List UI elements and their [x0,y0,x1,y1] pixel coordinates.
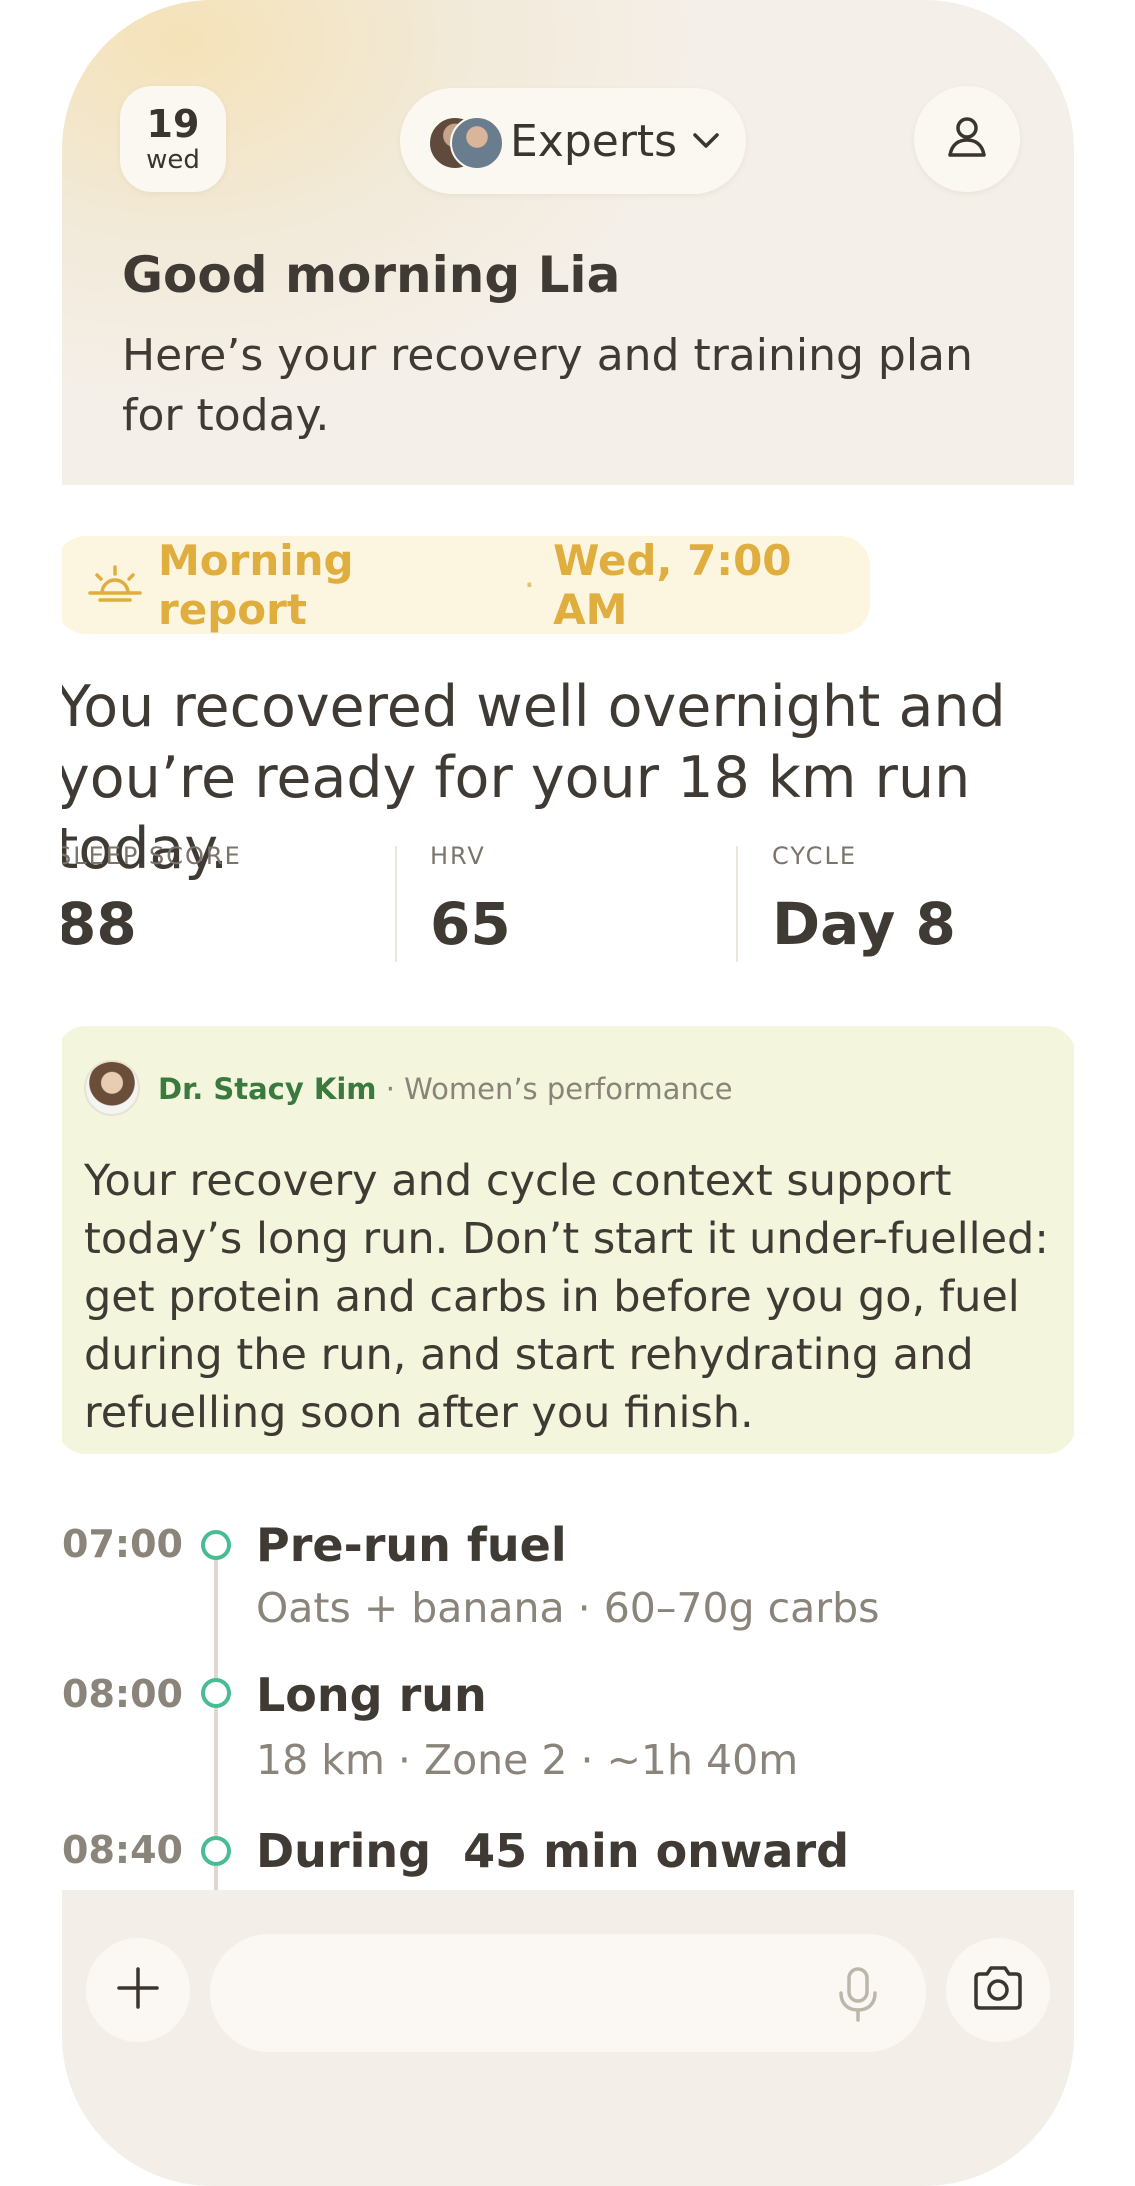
stat-sleep-score: SLEEP SCORE 88 [62,842,242,962]
stat-value: 65 [430,890,511,958]
experts-dropdown[interactable]: Experts [400,88,746,194]
timeline-dot [201,1530,231,1560]
header: 19 wed Experts Good morning Lia Here’s y… [62,0,1074,485]
person-icon [941,111,993,167]
stat-label: SLEEP SCORE [62,842,242,870]
greeting-title: Good morning Lia [122,246,621,304]
timeline-title: During 45 min onward [256,1824,850,1878]
stat-value: 88 [62,890,137,958]
message-input[interactable] [210,1934,926,2052]
camera-icon [971,1964,1025,2016]
divider [395,846,397,962]
divider [736,846,738,962]
stats-row: SLEEP SCORE 88 HRV 65 CYCLE Day 8 [62,842,1074,962]
camera-button[interactable] [946,1938,1050,2042]
timeline-time: 08:40 [62,1828,183,1872]
profile-button[interactable] [914,86,1020,192]
sunrise-icon [88,563,142,607]
date-button[interactable]: 19 wed [120,86,226,192]
expert-message: Your recovery and cycle context support … [84,1156,1049,1438]
plus-icon [113,1963,163,2017]
report-time: Wed, 7:00 AM [553,536,792,634]
timeline-title: Long run [256,1668,487,1722]
expert-meta: Dr. Stacy Kim · Women’s performance [158,1072,733,1106]
composer-bar [62,1890,1074,2186]
timeline-subtitle: 18 km · Zone 2 · ~1h 40m [256,1736,799,1784]
date-number: 19 [146,102,200,146]
microphone-icon[interactable] [836,1966,880,2028]
stat-value: Day 8 [772,890,956,958]
expert-role: · Women’s performance [376,1072,733,1106]
expert-name: Dr. Stacy Kim [158,1072,377,1106]
chevron-down-icon [691,131,721,155]
morning-report-badge[interactable]: Morning report · Wed, 7:00 AM [62,536,870,634]
date-weekday: wed [146,145,200,175]
stat-label: CYCLE [772,842,857,870]
report-label: Morning report [158,536,354,634]
timeline: 07:00 Pre-run fuel Oats + banana · 60–70… [62,1490,1074,1890]
stat-cycle: CYCLE Day 8 [772,842,956,962]
avatar [84,1060,140,1116]
expert-message-card[interactable]: Dr. Stacy Kim · Women’s performance Your… [62,1026,1074,1454]
timeline-subtitle: Oats + banana · 60–70g carbs [256,1584,880,1632]
avatar [450,116,504,170]
timeline-time: 07:00 [62,1522,183,1566]
stat-hrv: HRV 65 [430,842,511,962]
expert-avatars [428,113,504,170]
timeline-dot [201,1836,231,1866]
timeline-title: Pre-run fuel [256,1518,567,1572]
stat-label: HRV [430,842,486,870]
timeline-dot [201,1678,231,1708]
report-separator: · [523,564,536,606]
timeline-time: 08:00 [62,1672,183,1716]
app-screen: 19 wed Experts Good morning Lia Here’s y… [62,0,1074,2186]
experts-label: Experts [510,115,678,167]
greeting-subtitle: Here’s your recovery and training plan f… [122,330,973,441]
add-button[interactable] [86,1938,190,2042]
